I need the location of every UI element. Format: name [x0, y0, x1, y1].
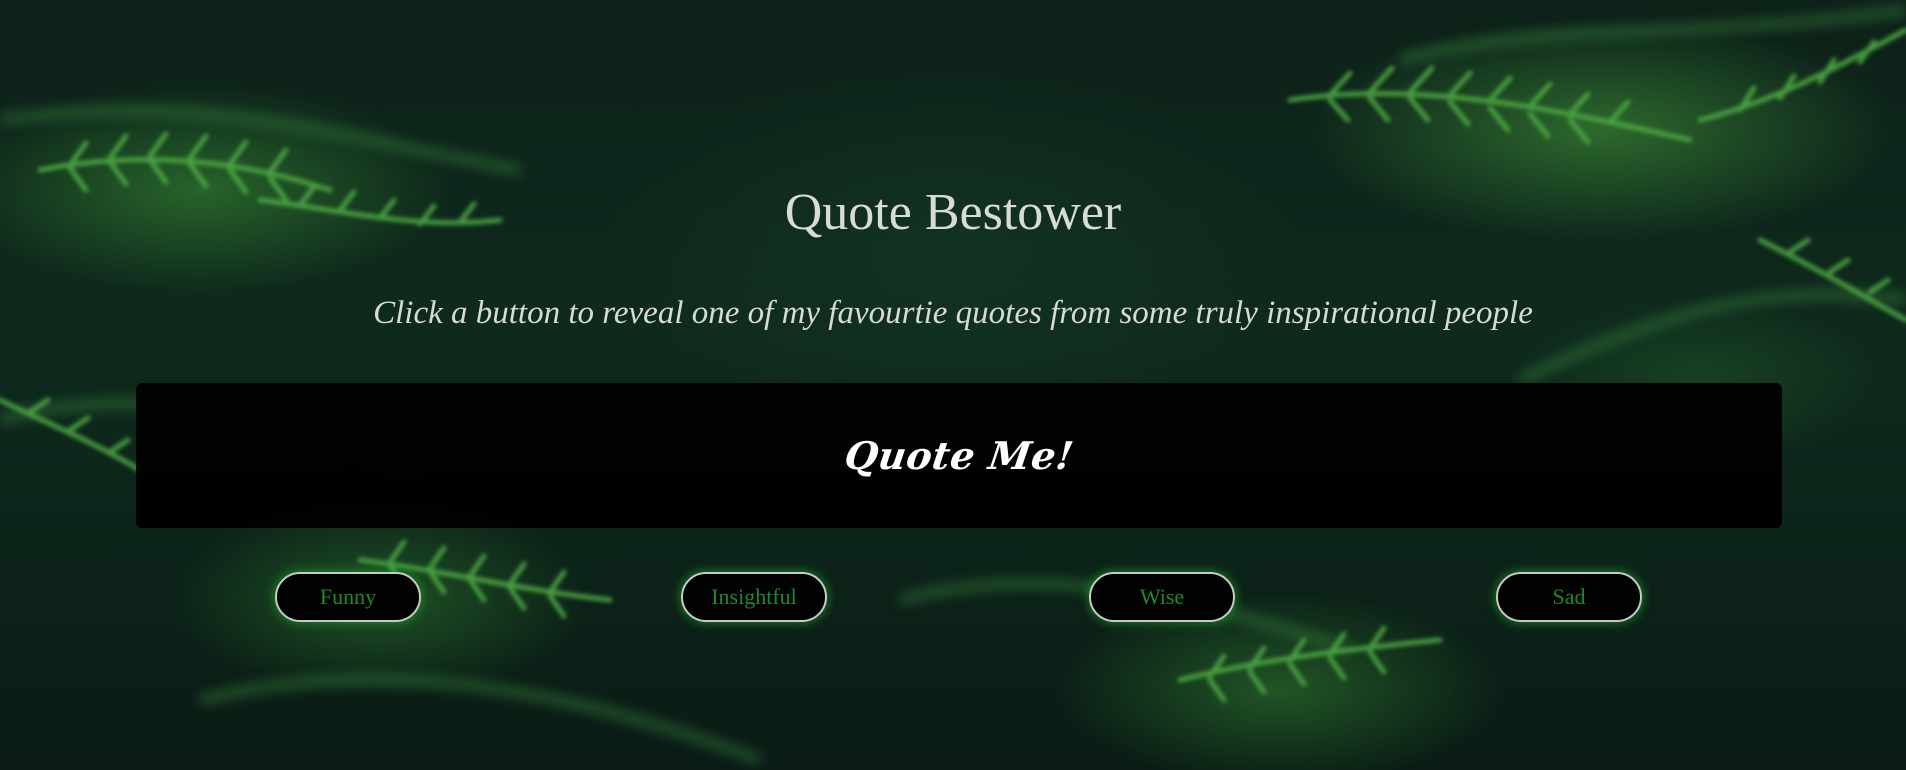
quote-display-panel: Quote Me!	[136, 383, 1782, 528]
page-title: Quote Bestower	[784, 184, 1122, 241]
sad-button[interactable]: Sad	[1496, 572, 1642, 622]
funny-button[interactable]: Funny	[275, 572, 421, 622]
page-subtitle: Click a button to reveal one of my favou…	[373, 295, 1533, 331]
insightful-button[interactable]: Insightful	[681, 572, 827, 622]
quote-text: Quote Me!	[841, 433, 1077, 478]
wise-button[interactable]: Wise	[1089, 572, 1235, 622]
